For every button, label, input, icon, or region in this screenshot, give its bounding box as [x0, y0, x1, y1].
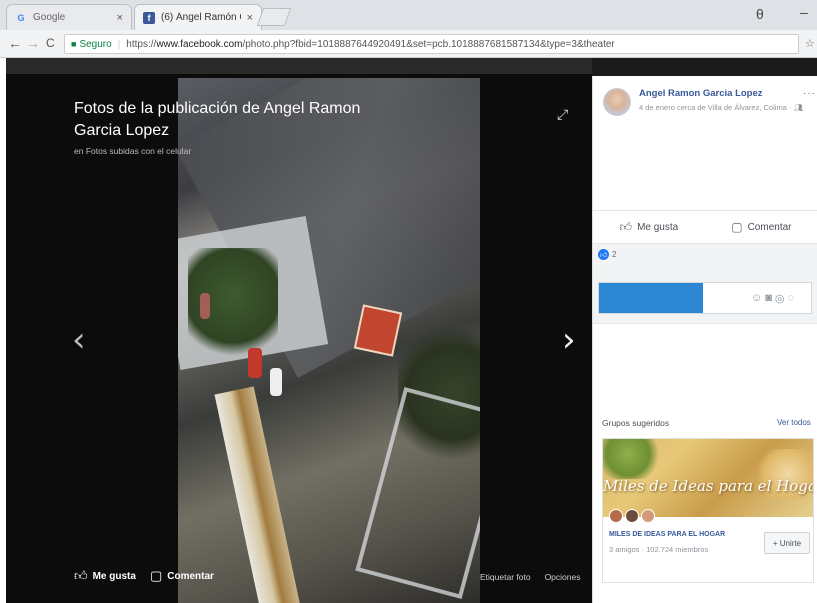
camera-icon[interactable]: ◙ — [765, 292, 772, 305]
secure-label: Seguro — [79, 38, 112, 50]
member-avatars — [609, 509, 655, 523]
photo-viewer: Fotos de la publicación de Angel Ramon G… — [6, 58, 592, 603]
url-path: /photo.php?fbid=1018887644920491&set=pcb… — [242, 38, 615, 50]
photo[interactable] — [178, 78, 480, 603]
sticker-icon[interactable]: ◌ — [788, 292, 795, 305]
comment-icon: ▢ — [149, 568, 163, 583]
group-meta: 3 amigos · 102.724 miembros — [609, 545, 709, 554]
post-header: Angel Ramon Garcia Lopez 4 de enero cerc… — [603, 88, 803, 116]
photo-title: Fotos de la publicación de Angel Ramon G… — [74, 100, 361, 139]
comment-tools: ☺ ◙ ◎ ◌ — [751, 292, 794, 305]
thumbs-up-icon: 👍︎ — [619, 219, 633, 234]
more-options-icon[interactable]: ··· — [803, 88, 816, 99]
group-card[interactable]: Miles de Ideas para el Hogar MILES DE ID… — [602, 438, 814, 583]
friends-icon: 👥︎ — [793, 103, 804, 112]
like-button[interactable]: 👍︎ Me gusta — [620, 220, 679, 235]
comment-field[interactable]: ☺ ◙ ◎ ◌ — [598, 282, 812, 314]
url-domain: www.facebook.com — [156, 38, 243, 50]
comments-area: 👍︎ 2 ☺ ◙ ◎ ◌ — [593, 244, 817, 324]
sidebar-backdrop — [592, 58, 817, 76]
tab-facebook[interactable]: f (6) Ángel Ramón García × — [134, 4, 262, 30]
options-link[interactable]: Opciones — [545, 572, 581, 582]
back-button[interactable]: ← — [8, 35, 22, 51]
join-group-button[interactable]: + Unirte — [764, 532, 810, 554]
new-tab-button[interactable] — [256, 8, 292, 26]
see-all-link[interactable]: Ver todos — [777, 418, 811, 427]
tag-photo-link[interactable]: Etiquetar foto — [480, 572, 531, 582]
emoji-icon[interactable]: ☺ — [751, 292, 762, 305]
tab-label: (6) Ángel Ramón García — [161, 12, 241, 23]
lock-icon: ■ — [71, 39, 77, 49]
viewer-options: Etiquetar foto Opciones — [480, 572, 580, 582]
tab-google[interactable]: G Google × — [6, 4, 132, 30]
previous-photo-button[interactable]: ‹ — [72, 320, 86, 360]
comment-icon: ▢ — [731, 220, 743, 234]
profile-icon[interactable]: θ — [756, 6, 764, 22]
post-sidebar: Angel Ramon Garcia Lopez 4 de enero cerc… — [592, 76, 817, 603]
gif-icon[interactable]: ◎ — [775, 292, 785, 305]
url-input[interactable]: ■ Seguro | https:// www.facebook.com /ph… — [64, 34, 799, 54]
group-cover-text: Miles de Ideas para el Hogar — [603, 477, 813, 495]
star-icon[interactable]: ☆ — [805, 37, 815, 50]
like-reaction-icon: 👍︎ — [598, 249, 609, 260]
thumbs-up-icon: 👍︎ — [74, 568, 88, 583]
comment-button[interactable]: ▢ Comentar — [150, 568, 214, 584]
photo-subtitle: en Fotos subidas con el celular — [74, 146, 192, 156]
like-button[interactable]: 👍︎ Me gusta — [74, 568, 136, 584]
address-bar: ← → C ■ Seguro | https:// www.facebook.c… — [0, 30, 817, 58]
comment-button[interactable]: ▢ Comentar — [731, 220, 791, 234]
forward-button[interactable]: → — [26, 35, 40, 51]
close-tab-icon[interactable]: × — [247, 12, 253, 24]
reaction-summary[interactable]: 👍︎ 2 — [598, 249, 616, 260]
url-prefix: https:// — [126, 38, 157, 50]
group-cover-image[interactable]: Miles de Ideas para el Hogar — [603, 439, 813, 517]
tab-label: Google — [33, 12, 66, 23]
google-icon: G — [17, 12, 25, 23]
minimize-button[interactable]: – — [800, 4, 808, 20]
post-actions: 👍︎ Me gusta ▢ Comentar — [593, 210, 817, 244]
post-author[interactable]: Angel Ramon Garcia Lopez — [639, 88, 803, 99]
expand-icon[interactable]: ⤢ — [557, 106, 568, 123]
page-backdrop — [6, 58, 592, 74]
tab-strip: G Google × f (6) Ángel Ramón García × θ … — [0, 0, 817, 30]
post-meta: 4 de enero cerca de Villa de Álvarez, Co… — [639, 103, 804, 112]
viewer-actions: 👍︎ Me gusta ▢ Comentar — [74, 568, 214, 584]
next-photo-button[interactable]: › — [562, 320, 576, 360]
group-name[interactable]: MILES DE IDEAS PARA EL HOGAR — [609, 531, 725, 538]
close-tab-icon[interactable]: × — [117, 12, 123, 24]
suggested-groups-title: Grupos sugeridos — [602, 418, 670, 428]
facebook-icon: f — [143, 11, 155, 24]
avatar[interactable] — [603, 88, 631, 116]
comment-input[interactable] — [599, 283, 703, 313]
reload-button[interactable]: C — [46, 36, 55, 50]
